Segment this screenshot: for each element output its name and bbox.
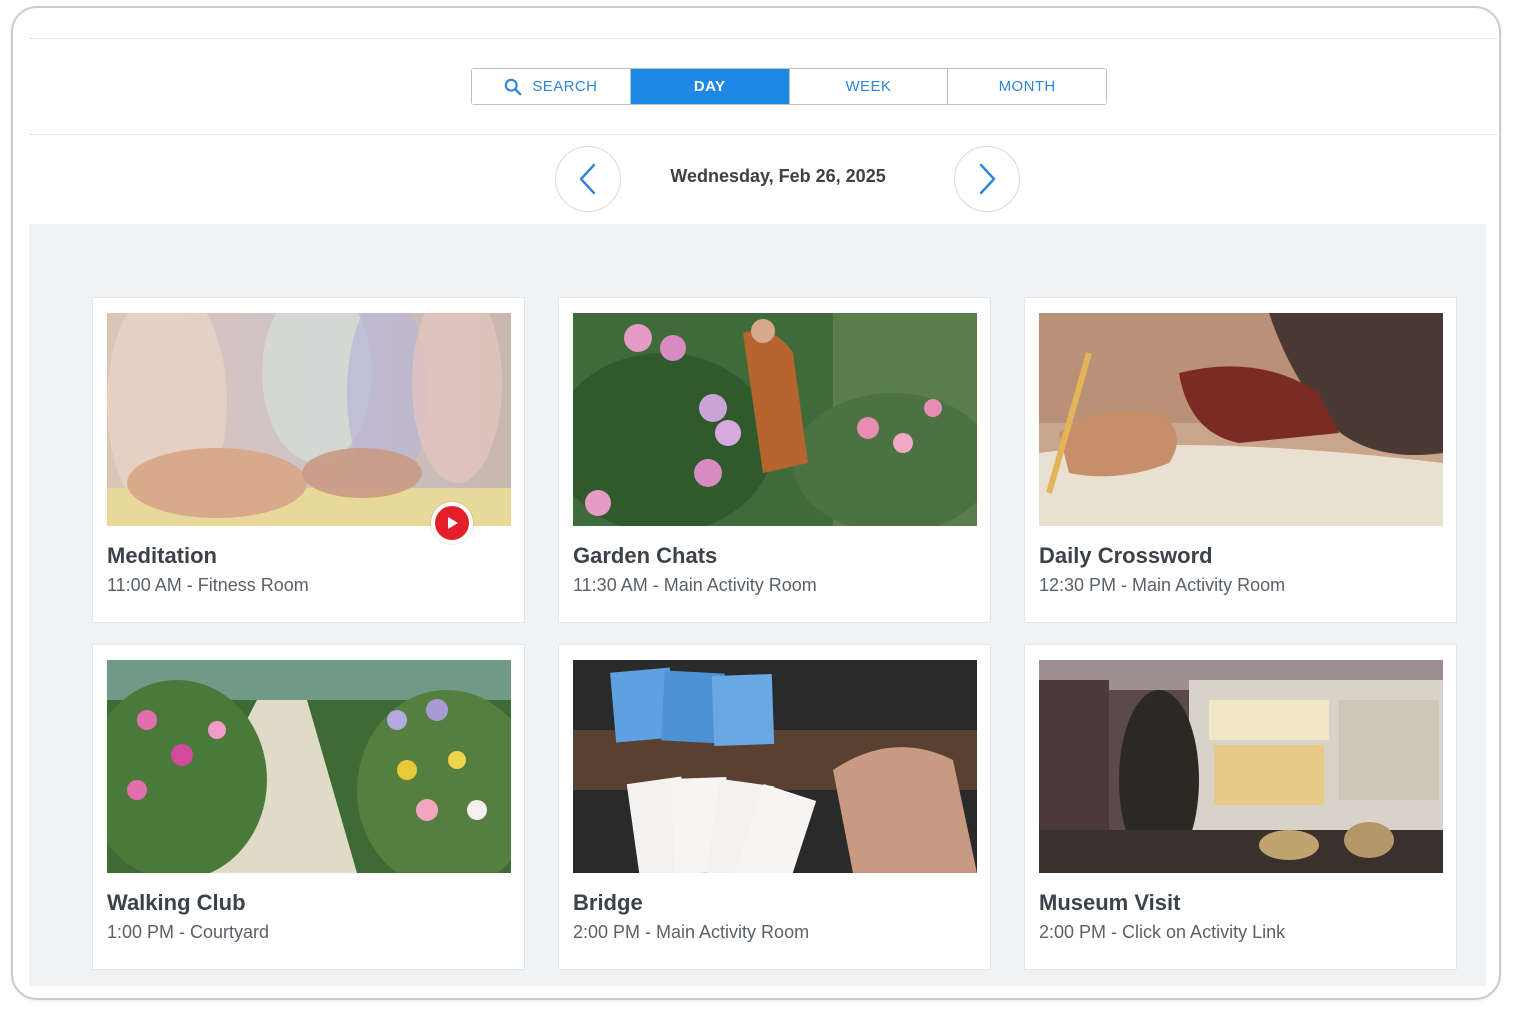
tab-month-label: MONTH — [998, 78, 1056, 95]
activity-card[interactable]: Walking Club 1:00 PM - Courtyard — [92, 644, 525, 970]
activity-grid: Meditation 11:00 AM - Fitness Room Garde… — [29, 224, 1486, 986]
previous-day-button[interactable] — [555, 146, 621, 212]
play-icon — [448, 517, 458, 529]
mid-divider — [29, 134, 1497, 135]
activity-card[interactable]: Meditation 11:00 AM - Fitness Room — [92, 297, 525, 623]
bridge-image — [573, 660, 977, 873]
activity-card[interactable]: Museum Visit 2:00 PM - Click on Activity… — [1024, 644, 1457, 970]
activity-details: 2:00 PM - Main Activity Room — [573, 922, 810, 942]
tab-week[interactable]: WEEK — [789, 69, 949, 104]
activity-title: Garden Chats — [573, 543, 718, 568]
activity-title: Museum Visit — [1039, 890, 1181, 915]
tab-day-label: DAY — [693, 78, 726, 95]
next-day-button[interactable] — [954, 146, 1020, 212]
activity-title: Bridge — [573, 890, 643, 915]
museum-visit-image — [1039, 660, 1443, 873]
play-video-button[interactable] — [431, 502, 473, 544]
tab-week-label: WEEK — [845, 78, 892, 95]
activity-details: 2:00 PM - Click on Activity Link — [1039, 922, 1286, 942]
tab-day[interactable]: DAY — [630, 69, 790, 104]
daily-crossword-image — [1039, 313, 1443, 526]
activity-card[interactable]: Garden Chats 11:30 AM - Main Activity Ro… — [558, 297, 991, 623]
meditation-image — [107, 313, 511, 526]
activity-title: Walking Club — [107, 890, 246, 915]
activity-details: 11:00 AM - Fitness Room — [107, 575, 309, 595]
search-button[interactable]: SEARCH — [472, 69, 631, 104]
activity-title: Daily Crossword — [1039, 543, 1213, 568]
activity-card[interactable]: Daily Crossword 12:30 PM - Main Activity… — [1024, 297, 1457, 623]
view-switcher: SEARCH DAY WEEK MONTH — [471, 68, 1107, 105]
search-icon — [505, 78, 522, 95]
activity-details: 11:30 AM - Main Activity Room — [573, 575, 817, 595]
walking-club-image — [107, 660, 511, 873]
app-frame: SEARCH DAY WEEK MONTH Wednesday, Feb 26,… — [11, 6, 1501, 1000]
top-divider — [29, 38, 1497, 39]
search-button-label: SEARCH — [532, 78, 598, 95]
activity-details: 12:30 PM - Main Activity Room — [1039, 575, 1286, 595]
garden-chats-image — [573, 313, 977, 526]
chevron-right-icon — [979, 163, 996, 195]
activity-title: Meditation — [107, 543, 217, 568]
activity-details: 1:00 PM - Courtyard — [107, 922, 270, 942]
activity-card[interactable]: Bridge 2:00 PM - Main Activity Room — [558, 644, 991, 970]
current-date: Wednesday, Feb 26, 2025 — [670, 166, 886, 186]
tab-month[interactable]: MONTH — [948, 69, 1106, 104]
chevron-left-icon — [579, 163, 596, 195]
